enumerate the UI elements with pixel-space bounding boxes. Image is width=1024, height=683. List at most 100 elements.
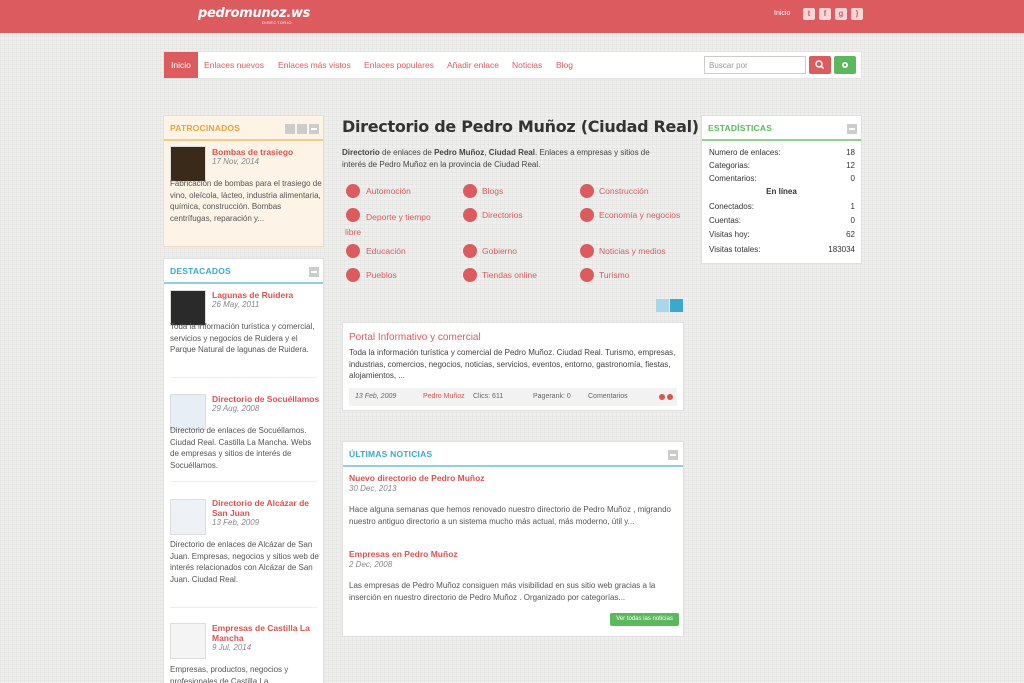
featured-thumbnail[interactable] xyxy=(170,623,206,659)
compass-icon xyxy=(580,268,594,282)
all-news-button[interactable]: Ver todas las noticias xyxy=(610,613,679,626)
listing-pagerank: Pagerank: 0 xyxy=(533,393,571,400)
rss-icon[interactable]: ) xyxy=(851,8,863,20)
minimize-icon[interactable] xyxy=(668,450,678,460)
twitter-icon[interactable]: t xyxy=(803,8,815,20)
featured-desc: Empresas, productos, negocios y profesio… xyxy=(170,665,289,683)
news-title[interactable]: Nuevo directorio de Pedro Muñoz xyxy=(349,473,485,483)
featured-desc: Toda la información turística y comercia… xyxy=(170,322,315,355)
listing-category[interactable]: Pedro Muñoz xyxy=(423,393,465,400)
divider xyxy=(170,377,317,378)
online-heading: En línea xyxy=(766,187,797,196)
list-view-toggle[interactable] xyxy=(656,299,669,312)
intro-text: Directorio de enlaces de Pedro Muñoz, Ci… xyxy=(342,148,650,169)
category-link[interactable]: Noticias y medios xyxy=(599,246,666,256)
featured-title[interactable]: Directorio de Socuéllamos xyxy=(212,394,322,404)
stat-row: Conectados: 1 xyxy=(709,202,855,211)
featured-title[interactable]: Empresas de Castilla La Mancha xyxy=(212,623,317,643)
sponsor-title[interactable]: Bombas de trasiego xyxy=(212,147,293,157)
category-link[interactable]: Blogs xyxy=(482,186,503,196)
sponsor-thumbnail[interactable] xyxy=(170,146,206,182)
grid-view-toggle[interactable] xyxy=(670,299,683,312)
listing-title[interactable]: Portal Informativo y comercial xyxy=(349,332,481,343)
next-arrow-icon[interactable] xyxy=(297,124,307,134)
category-link[interactable]: Automoción xyxy=(366,186,411,196)
stat-row: Visitas hoy: 62 xyxy=(709,230,855,239)
featured-date: 13 Feb, 2009 xyxy=(212,518,260,527)
globe-icon xyxy=(463,208,477,222)
featured-date: 9 Jul, 2014 xyxy=(212,643,252,652)
minimize-icon[interactable] xyxy=(847,124,857,134)
settings-button[interactable] xyxy=(834,56,856,74)
featured-title[interactable]: Directorio de Alcázar de San Juan xyxy=(212,498,317,518)
listing-date: 13 Feb, 2009 xyxy=(355,393,397,400)
minimize-icon[interactable] xyxy=(309,124,319,134)
logo-subtitle: DIRECTORIO xyxy=(262,20,293,25)
divider xyxy=(170,607,317,608)
noticias-panel: ÚLTIMAS NOTICIAS Nuevo directorio de Ped… xyxy=(342,441,684,637)
graduation-cap-icon xyxy=(346,244,360,258)
category-link[interactable]: Pueblos xyxy=(366,270,397,280)
stat-row: Cuentas: 0 xyxy=(709,216,855,225)
news-desc: Las empresas de Pedro Muñoz consiguen má… xyxy=(349,581,656,602)
news-date: 30 Dec, 2013 xyxy=(349,484,397,493)
featured-title[interactable]: Lagunas de Ruidera xyxy=(212,290,322,300)
sponsor-desc: Fabricación de bombas para el trasiego d… xyxy=(170,179,322,223)
nav-anadir-enlace[interactable]: Añadir enlace xyxy=(447,52,499,78)
nav-enlaces-nuevos[interactable]: Enlaces nuevos xyxy=(204,52,264,78)
listing-comments[interactable]: Comentarios xyxy=(588,393,628,400)
bank-icon xyxy=(463,244,477,258)
report-icon[interactable] xyxy=(667,394,673,400)
stat-row: Categorias: 12 xyxy=(709,161,855,170)
category-link[interactable]: Gobierno xyxy=(482,246,517,256)
stat-row: Comentarios: 0 xyxy=(709,174,855,183)
category-link[interactable]: Economía y negocios xyxy=(599,210,680,220)
stat-row: Numero de enlaces: 18 xyxy=(709,148,855,157)
destacados-panel: DESTACADOS Lagunas de Ruidera 26 May, 20… xyxy=(163,258,324,683)
divider xyxy=(170,481,317,482)
featured-date: 26 May, 2011 xyxy=(212,300,260,309)
nav-inicio[interactable]: Inicio xyxy=(164,52,198,78)
category-link[interactable]: Tiendas online xyxy=(482,270,537,280)
info-icon[interactable] xyxy=(659,394,665,400)
search-icon xyxy=(815,60,825,70)
nav-enlaces-mas-vistos[interactable]: Enlaces más vistos xyxy=(278,52,351,78)
patrocinados-panel: PATROCINADOS Bombas de trasiego 17 Nov, … xyxy=(163,115,324,247)
stats-panel: ESTADÍSTICAS Numero de enlaces: 18 Catego… xyxy=(701,115,862,264)
microphone-icon xyxy=(580,244,594,258)
stats-title: ESTADÍSTICAS xyxy=(702,116,861,141)
gears-icon xyxy=(580,208,594,222)
page-title: Directorio de Pedro Muñoz (Ciudad Real) xyxy=(342,117,699,136)
search-input[interactable]: Buscar por xyxy=(704,56,806,74)
listing-desc: Toda la información turística y comercia… xyxy=(349,348,676,381)
shopping-basket-icon xyxy=(463,268,477,282)
category-link[interactable]: Directorios xyxy=(482,210,523,220)
car-icon xyxy=(346,184,360,198)
minimize-icon[interactable] xyxy=(309,267,319,277)
stat-row: Visitas totales: 183034 xyxy=(709,245,855,254)
noticias-title: ÚLTIMAS NOTICIAS xyxy=(343,442,683,467)
search-button[interactable] xyxy=(809,56,831,74)
nav-blog[interactable]: Blog xyxy=(556,52,573,78)
category-link[interactable]: Turismo xyxy=(599,270,629,280)
category-link[interactable]: Deporte y tiempo libre xyxy=(345,210,445,240)
facebook-icon[interactable]: f xyxy=(819,8,831,20)
category-link[interactable]: Educación xyxy=(366,246,406,256)
featured-thumbnail[interactable] xyxy=(170,499,206,535)
category-link[interactable]: Construcción xyxy=(599,186,649,196)
featured-date: 29 Aug, 2008 xyxy=(212,404,260,413)
news-date: 2 Dec, 2008 xyxy=(349,560,393,569)
news-title[interactable]: Empresas en Pedro Muñoz xyxy=(349,549,458,559)
top-bar: pedromunoz.ws DIRECTORIO Inicio t f g ) xyxy=(0,0,1024,33)
nav-enlaces-populares[interactable]: Enlaces populares xyxy=(364,52,434,78)
prev-arrow-icon[interactable] xyxy=(285,124,295,134)
sponsor-date: 17 Nov, 2014 xyxy=(212,157,259,166)
top-home-link[interactable]: Inicio xyxy=(774,10,790,17)
crane-icon xyxy=(580,184,594,198)
listing-card: Portal Informativo y comercial Toda la i… xyxy=(342,322,684,411)
nav-noticias[interactable]: Noticias xyxy=(512,52,542,78)
google-plus-icon[interactable]: g xyxy=(835,8,847,20)
site-logo[interactable]: pedromunoz.ws xyxy=(198,6,310,21)
gear-icon xyxy=(842,62,848,68)
featured-desc: Directorio de enlaces de Alcázar de San … xyxy=(170,540,319,584)
